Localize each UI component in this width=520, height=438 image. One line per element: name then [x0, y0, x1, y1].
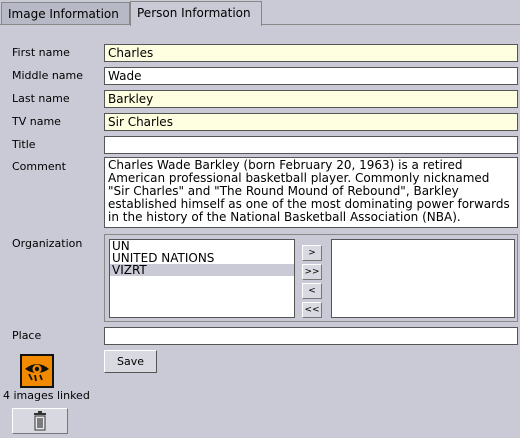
tab-image-information[interactable]: Image Information — [1, 2, 130, 24]
middle-name-field[interactable]: Wade — [104, 67, 518, 85]
move-all-right-button[interactable]: >> — [302, 264, 322, 280]
list-item-selected[interactable]: VIZRT — [110, 264, 294, 276]
organization-assigned-list[interactable] — [331, 239, 515, 318]
last-name-label: Last name — [12, 92, 70, 105]
tab-person-information[interactable]: Person Information — [130, 1, 262, 26]
organization-panel: UN UNITED NATIONS VIZRT > >> < << — [104, 234, 518, 322]
move-right-button[interactable]: > — [302, 245, 322, 261]
trash-icon — [34, 411, 46, 431]
view-images-button[interactable] — [20, 354, 54, 388]
place-label: Place — [12, 329, 42, 342]
images-linked-count: 4 images linked — [3, 389, 90, 402]
tv-name-label: TV name — [12, 115, 61, 128]
first-name-label: First name — [12, 46, 70, 59]
last-name-field[interactable]: Barkley — [104, 90, 518, 108]
organization-label: Organization — [12, 237, 83, 250]
middle-name-label: Middle name — [12, 69, 84, 82]
title-field[interactable] — [104, 136, 518, 154]
comment-label: Comment — [12, 160, 66, 173]
place-field[interactable] — [104, 327, 518, 345]
first-name-field[interactable]: Charles — [104, 44, 518, 62]
save-button[interactable]: Save — [104, 350, 157, 373]
title-label: Title — [12, 138, 36, 151]
tab-bar: Image Information Person Information — [0, 0, 520, 26]
organization-available-list[interactable]: UN UNITED NATIONS VIZRT — [109, 239, 295, 318]
move-all-left-button[interactable]: << — [302, 302, 322, 318]
eye-icon — [25, 364, 49, 382]
delete-button[interactable] — [12, 408, 68, 434]
tv-name-field[interactable]: Sir Charles — [104, 113, 518, 131]
comment-field[interactable]: Charles Wade Barkley (born February 20, … — [104, 157, 518, 228]
move-left-button[interactable]: < — [302, 283, 322, 299]
